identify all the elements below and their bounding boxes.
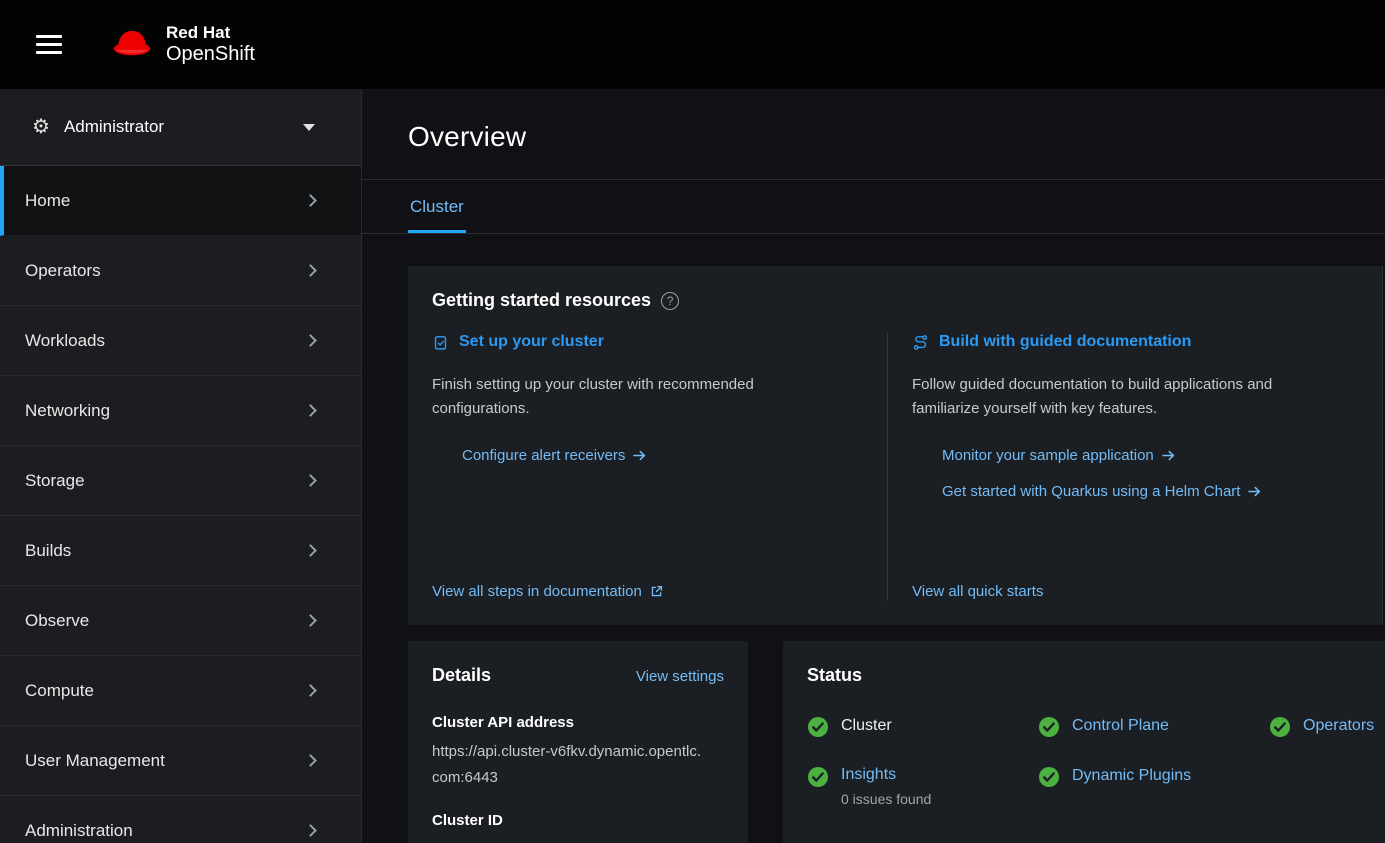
chevron-right-icon [304, 474, 317, 487]
sidebar-item-label: Administration [25, 821, 133, 841]
sidebar-nav: ⚙ Administrator Home Operators Workloads… [0, 89, 362, 843]
chevron-right-icon [304, 404, 317, 417]
chevron-right-icon [304, 334, 317, 347]
check-circle-icon [807, 766, 829, 788]
chevron-right-icon [304, 544, 317, 557]
control-plane-link[interactable]: Control Plane [1072, 716, 1169, 735]
arrow-right-icon [1248, 486, 1261, 497]
page-header: Overview [362, 89, 1385, 179]
status-title: Status [807, 665, 862, 686]
dynamic-plugins-link[interactable]: Dynamic Plugins [1072, 766, 1191, 785]
cluster-id-label: Cluster ID [432, 812, 724, 829]
cluster-api-address-label: Cluster API address [432, 714, 724, 731]
details-title: Details [432, 665, 491, 686]
nav-toggle-button[interactable] [30, 29, 68, 60]
quarkus-helm-chart-link[interactable]: Get started with Quarkus using a Helm Ch… [942, 483, 1358, 500]
sidebar-item-label: Observe [25, 611, 89, 631]
sidebar-item-networking[interactable]: Networking [0, 376, 361, 446]
sidebar-item-label: Home [25, 191, 70, 211]
sidebar-item-label: Builds [25, 541, 71, 561]
getting-started-title: Getting started resources [432, 290, 651, 311]
external-link-icon [650, 585, 663, 598]
guided-docs-column: Build with guided documentation Follow g… [887, 333, 1358, 601]
page-title: Overview [408, 121, 1361, 153]
sidebar-item-label: Operators [25, 261, 101, 281]
sidebar-item-workloads[interactable]: Workloads [0, 306, 361, 376]
redhat-openshift-logo[interactable]: Red Hat OpenShift [110, 23, 255, 66]
gear-icon: ⚙ [32, 117, 50, 137]
status-label-cluster: Cluster [841, 716, 892, 735]
setup-cluster-link[interactable]: Set up your cluster [432, 333, 863, 351]
view-settings-link[interactable]: View settings [636, 668, 724, 685]
view-all-steps-link[interactable]: View all steps in documentation [432, 583, 663, 600]
chevron-right-icon [304, 684, 317, 697]
status-item-operators: Operators [1269, 716, 1385, 738]
setup-cluster-column: Set up your cluster Finish setting up yo… [432, 333, 887, 601]
sidebar-item-storage[interactable]: Storage [0, 446, 361, 516]
sidebar-item-label: Compute [25, 681, 94, 701]
operators-link[interactable]: Operators [1303, 716, 1374, 735]
view-all-quick-starts-link[interactable]: View all quick starts [912, 583, 1043, 600]
overview-dashboard: Getting started resources ? Set up your [362, 234, 1385, 843]
sidebar-item-builds[interactable]: Builds [0, 516, 361, 586]
configure-alert-receivers-link[interactable]: Configure alert receivers [462, 447, 863, 464]
tab-cluster[interactable]: Cluster [408, 180, 466, 233]
hamburger-icon [36, 35, 62, 38]
insights-issues-count: 0 issues found [841, 791, 931, 807]
sidebar-item-label: Workloads [25, 331, 105, 351]
sidebar-item-compute[interactable]: Compute [0, 656, 361, 726]
cluster-api-address-value: https://api.cluster-v6fkv.dynamic.opentl… [432, 739, 702, 790]
sidebar-item-label: Storage [25, 471, 85, 491]
dashboard-cards-row: Details View settings Cluster API addres… [408, 641, 1385, 843]
logo-text-openshift: OpenShift [166, 43, 255, 66]
status-item-dynamic-plugins: Dynamic Plugins [1038, 766, 1269, 807]
redhat-fedora-icon [110, 28, 154, 60]
getting-started-card: Getting started resources ? Set up your [408, 266, 1383, 625]
setup-cluster-description: Finish setting up your cluster with reco… [432, 373, 787, 421]
sidebar-item-label: Networking [25, 401, 110, 421]
caret-down-icon [303, 124, 315, 131]
arrow-right-icon [633, 450, 646, 461]
guided-docs-description: Follow guided documentation to build app… [912, 373, 1304, 421]
details-card: Details View settings Cluster API addres… [408, 641, 748, 843]
chevron-right-icon [304, 194, 317, 207]
guided-documentation-link[interactable]: Build with guided documentation [912, 333, 1358, 351]
sidebar-item-home[interactable]: Home [0, 166, 361, 236]
check-circle-icon [807, 716, 829, 738]
sidebar-item-label: User Management [25, 751, 165, 771]
check-circle-icon [1269, 716, 1291, 738]
chevron-right-icon [304, 264, 317, 277]
status-card: Status View alerts Cluster [783, 641, 1385, 843]
arrow-right-icon [1162, 450, 1175, 461]
sidebar-item-administration[interactable]: Administration [0, 796, 361, 843]
check-circle-icon [1038, 716, 1060, 738]
chevron-right-icon [304, 824, 317, 837]
perspective-label: Administrator [64, 117, 164, 137]
sidebar-item-operators[interactable]: Operators [0, 236, 361, 306]
logo-text-redhat: Red Hat [166, 23, 255, 43]
insights-link[interactable]: Insights [841, 765, 896, 783]
sidebar-item-user-management[interactable]: User Management [0, 726, 361, 796]
help-question-icon[interactable]: ? [661, 292, 679, 310]
monitor-sample-app-link[interactable]: Monitor your sample application [942, 447, 1358, 464]
tab-bar: Cluster [362, 179, 1385, 234]
masthead: Red Hat OpenShift [0, 0, 1385, 89]
chevron-right-icon [304, 614, 317, 627]
clipboard-check-icon [432, 334, 449, 351]
route-icon [912, 334, 929, 351]
status-item-control-plane: Control Plane [1038, 716, 1269, 738]
status-item-cluster: Cluster [807, 716, 1038, 738]
check-circle-icon [1038, 766, 1060, 788]
perspective-switcher[interactable]: ⚙ Administrator [0, 89, 361, 166]
main-content: Overview Cluster Getting started resourc… [362, 89, 1385, 843]
chevron-right-icon [304, 754, 317, 767]
sidebar-item-observe[interactable]: Observe [0, 586, 361, 656]
status-item-insights: Insights 0 issues found [807, 766, 1038, 807]
